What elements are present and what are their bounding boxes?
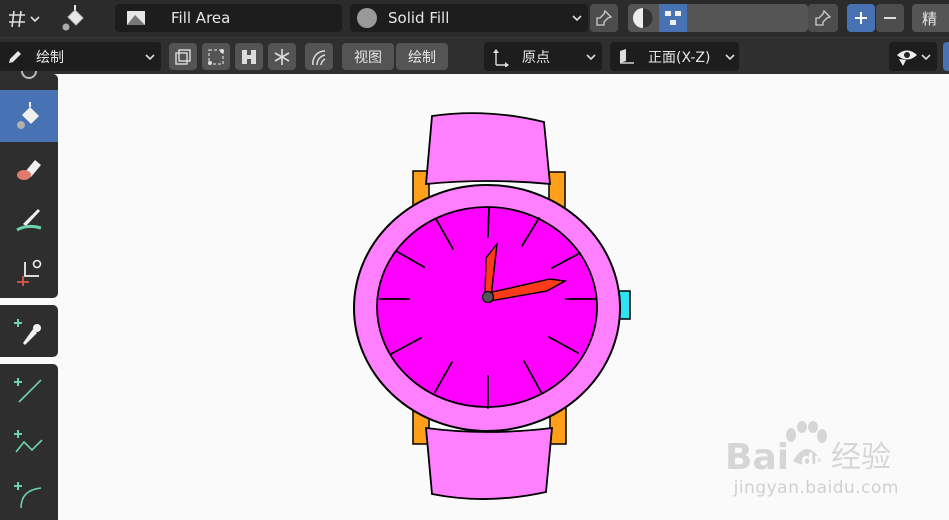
freeze-button[interactable] [268,43,296,70]
minus-icon [882,10,898,26]
multiframe-button[interactable] [169,43,197,70]
scissors-icon [13,256,45,288]
tool-group-eyedropper [0,305,58,357]
auto-merge-button[interactable] [235,43,263,70]
eye-icon [895,47,919,67]
mode-label: 绘制 [36,49,64,66]
stroke-select-button[interactable] [202,43,230,70]
watch-strap-top [425,112,552,186]
merge-icon [239,47,259,67]
view-menu-label: 视图 [354,49,382,66]
svg-text:Bai: Bai [725,437,789,477]
tool-cutter[interactable] [0,246,58,298]
mode-selector[interactable]: 绘制 [0,42,161,71]
line-icon [13,374,45,406]
dashed-stroke-icon [206,47,226,67]
material-name-text: Solid Fill [388,9,450,27]
overflow-menu-button[interactable]: 精 [912,4,949,32]
watermark-url: jingyan.baidu.com [733,478,899,498]
tool-erase[interactable] [0,142,58,194]
fill-bucket-icon [13,100,45,132]
origin-selector[interactable]: 原点 [484,42,602,71]
visibility-selector[interactable] [889,42,937,71]
origin-axis-icon [490,47,510,67]
chevron-down-icon [921,53,931,61]
tool-polyline[interactable] [0,416,58,468]
pin-material-button[interactable] [590,4,618,32]
curve-editing-button[interactable] [305,43,333,70]
tool-header: 绘制 视图 绘制 原点 正面(X-Z) [0,37,949,74]
layer-icon [125,9,147,27]
pin-icon [595,9,613,27]
material-sphere-icon [356,7,378,29]
blender-window: Fill Area Solid Fill 精 绘制 视图 绘制 原点 正面(X-… [0,0,949,520]
chevron-down-icon [30,15,40,23]
tool-eyedropper[interactable] [0,305,58,357]
fill-tool-icon[interactable] [60,2,94,34]
layer-name-field[interactable]: Fill Area [115,4,342,32]
shading-sphere-icon [631,6,655,30]
orientation-label: 正面(X-Z) [648,49,711,66]
tool-fill[interactable] [0,90,58,142]
pin-slot-button[interactable] [808,4,838,32]
draw-menu[interactable]: 绘制 [396,43,448,70]
pin-icon [814,9,832,27]
tool-group-shapes [0,364,58,520]
tool-arc[interactable] [0,468,58,520]
baidu-logo: Bai du 经验 [725,421,891,477]
remove-slot-button[interactable] [876,4,904,32]
orientation-selector[interactable]: 正面(X-Z) [610,42,739,71]
tool-partial[interactable] [0,68,58,84]
pencil-icon [6,48,24,66]
chevron-down-icon [572,14,582,22]
header-bar: Fill Area Solid Fill 精 [0,0,949,37]
svg-text:经验: 经验 [831,440,891,475]
plus-icon [853,10,869,26]
chevron-down-icon [145,53,155,61]
tool-group-main [0,71,58,298]
watch-dial [376,206,598,408]
eraser-icon [13,152,45,184]
node-tree-icon [659,4,687,32]
polyline-icon [13,426,45,458]
chevron-down-icon [586,53,596,61]
layer-name-text: Fill Area [171,9,231,27]
draw-menu-label: 绘制 [408,49,436,66]
add-slot-button[interactable] [847,4,875,32]
hand-pivot [481,290,495,304]
tint-brush-icon [13,204,45,236]
material-selector[interactable]: Solid Fill [350,4,588,32]
overflow-label: 精 [922,9,938,28]
editor-type-selector[interactable] [0,4,42,33]
snowflake-icon [272,47,292,67]
material-slot-selector[interactable] [628,4,808,32]
arcs-icon [309,47,329,67]
eyedropper-icon [13,315,45,347]
watch-strap-bottom [425,426,554,500]
chevron-down-icon [725,53,735,61]
grid-icon [6,9,28,29]
origin-label: 原点 [522,49,550,66]
circle-icon [19,71,39,81]
tool-line[interactable] [0,364,58,416]
plane-icon [616,47,638,67]
tool-tint[interactable] [0,194,58,246]
overlay-toggle[interactable] [943,42,949,71]
frames-icon [173,47,193,67]
arc-icon [13,478,45,510]
svg-text:du: du [801,450,827,471]
view-menu[interactable]: 视图 [342,43,394,70]
